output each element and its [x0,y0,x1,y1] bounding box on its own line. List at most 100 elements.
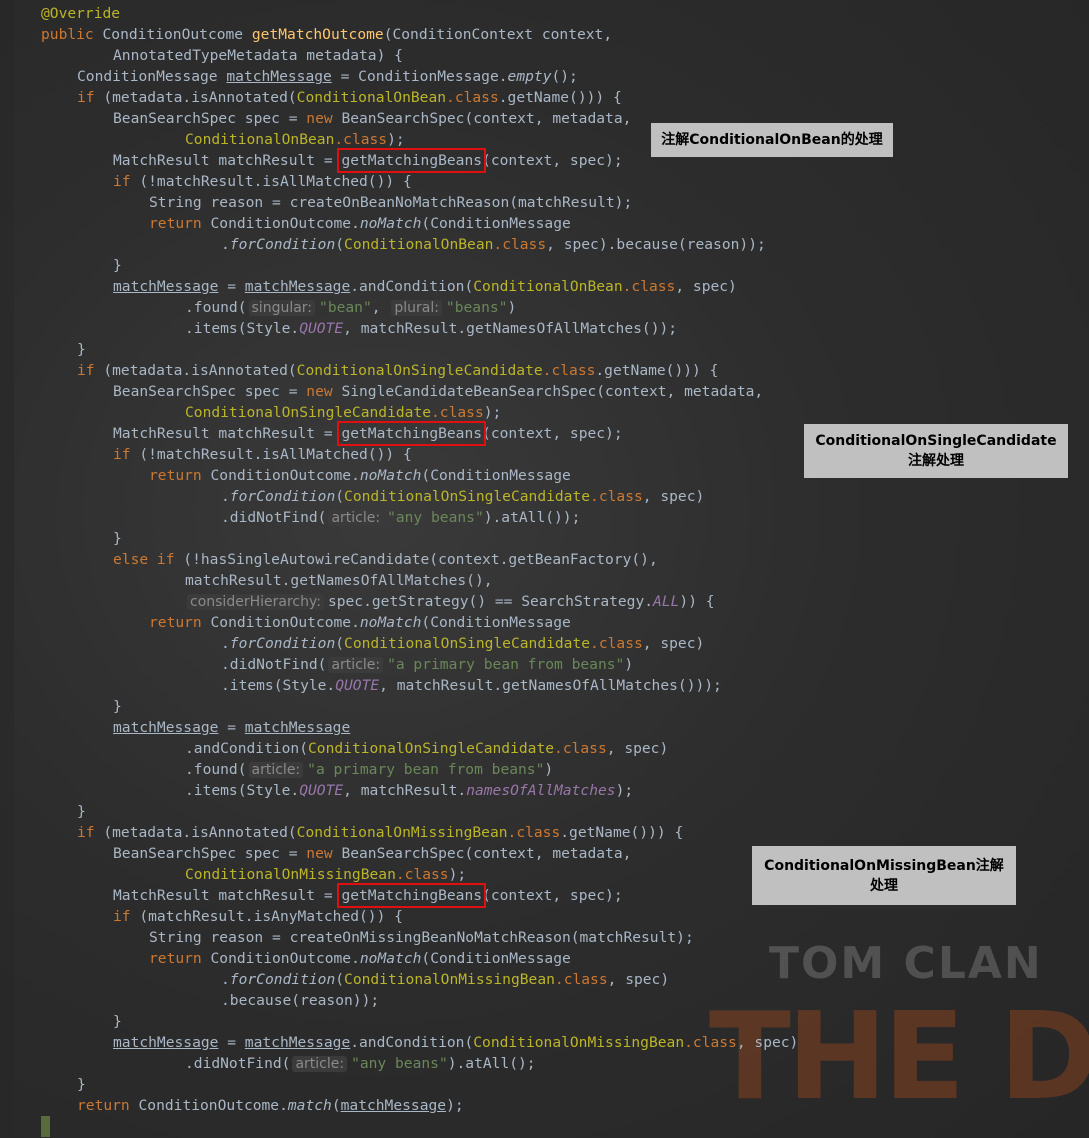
parameter-hint: plural: [391,300,442,316]
code-line[interactable]: .forCondition(ConditionalOnBean.class, s… [41,234,798,255]
static-method: noMatch [359,950,422,967]
code-text: ConditionOutcome. [210,215,360,232]
code-line[interactable]: @Override [41,3,798,24]
code-line[interactable]: return ConditionOutcome.match(matchMessa… [41,1095,798,1116]
code-line[interactable]: .didNotFind(article: "a primary bean from… [41,654,798,675]
code-line[interactable]: .forCondition(ConditionalOnSingleCandida… [41,633,798,654]
keyword: .class [395,866,449,883]
code-line[interactable]: if (metadata.isAnnotated(ConditionalOnMi… [41,822,798,843]
code-line[interactable]: if (!matchResult.isAllMatched()) { [41,171,798,192]
code-line[interactable]: matchMessage = matchMessage.andCondition… [41,276,798,297]
highlighted-method-call: getMatchingBeans [337,148,487,173]
code-line[interactable]: ConditionMessage matchMessage = Conditio… [41,66,798,87]
code-text: . [221,635,230,652]
keyword: if [77,824,104,841]
string-literal: "a primary bean from beans" [387,656,625,673]
static-method: forCondition [229,236,336,253]
code-line[interactable]: matchMessage = matchMessage.andCondition… [41,1032,798,1053]
keyword: return [77,1097,139,1114]
code-line[interactable]: MatchResult matchResult = getMatchingBea… [41,421,798,446]
class-reference: ConditionalOnBean [185,131,335,148]
highlighted-method-call: getMatchingBeans [337,883,487,908]
code-text: (ConditionMessage [421,614,571,631]
code-line[interactable]: return ConditionOutcome.noMatch(Conditio… [41,465,798,486]
code-line[interactable]: considerHierarchy: spec.getStrategy() == … [41,591,798,612]
code-line[interactable]: } [41,696,798,717]
keyword: .class [446,89,499,106]
code-text: .andCondition( [350,1034,474,1051]
code-text: (!matchResult.isAllMatched()) { [139,446,412,463]
code-line[interactable]: .because(reason)); [41,990,798,1011]
code-line[interactable]: .didNotFind(article: "any beans").atAll()… [41,507,798,528]
code-line[interactable]: BeanSearchSpec spec = new SingleCandidat… [41,381,798,402]
code-line[interactable]: return ConditionOutcome.noMatch(Conditio… [41,948,798,969]
code-line[interactable]: } [41,1074,798,1095]
code-text: ) [544,761,554,778]
code-line[interactable]: .items(Style.QUOTE, matchResult.namesOfA… [41,780,798,801]
string-literal: "beans" [445,299,508,316]
code-line[interactable]: String reason = createOnMissingBeanNoMat… [41,927,798,948]
code-text: ); [448,866,467,883]
code-line[interactable]: else if (!hasSingleAutowireCandidate(con… [41,549,798,570]
code-line[interactable]: .andCondition(ConditionalOnSingleCandida… [41,738,798,759]
code-text: (metadata.isAnnotated( [103,824,297,841]
code-line[interactable]: .didNotFind(article: "any beans").atAll()… [41,1053,798,1074]
code-line[interactable]: matchResult.getNamesOfAllMatches(), [41,570,798,591]
code-line[interactable]: String reason = createOnBeanNoMatchReaso… [41,192,798,213]
code-line[interactable]: public ConditionOutcome getMatchOutcome(… [41,24,798,45]
code-text: , matchResult.getNamesOfAllMatches()); [343,320,678,337]
code-line[interactable]: matchMessage = matchMessage [41,717,798,738]
code-line[interactable]: if (metadata.isAnnotated(ConditionalOnSi… [41,360,798,381]
code-text: , spec) [642,488,705,505]
code-line[interactable]: } [41,339,798,360]
code-line[interactable]: ConditionalOnMissingBean.class); [41,864,798,885]
code-line[interactable]: .items(Style.QUOTE, matchResult.getNames… [41,675,798,696]
code-line[interactable]: return ConditionOutcome.noMatch(Conditio… [41,612,798,633]
code-line[interactable]: return ConditionOutcome.noMatch(Conditio… [41,213,798,234]
static-method: noMatch [359,614,422,631]
code-line[interactable]: .forCondition(ConditionalOnSingleCandida… [41,486,798,507]
code-text: , spec) [736,1034,799,1051]
code-line[interactable]: MatchResult matchResult = getMatchingBea… [41,883,798,908]
code-line[interactable]: .found(article: "a primary bean from bean… [41,759,798,780]
code-text: ( [335,971,345,988]
code-line[interactable]: .forCondition(ConditionalOnMissingBean.c… [41,969,798,990]
code-text: ConditionOutcome. [138,1097,288,1114]
class-reference: ConditionalOnMissingBean [296,824,508,841]
variable: matchMessage [340,1097,447,1114]
keyword: .class [431,404,484,421]
code-text: ConditionMessage [77,68,227,85]
code-text: SingleCandidateBeanSearchSpec(context, m… [341,383,764,400]
keyword: .class [590,488,643,505]
code-line[interactable]: } [41,1011,798,1032]
code-line[interactable]: } [41,1116,798,1137]
code-line[interactable]: if (!matchResult.isAllMatched()) { [41,444,798,465]
variable: matchMessage [244,1034,351,1051]
code-line[interactable]: .items(Style.QUOTE, matchResult.getNames… [41,318,798,339]
code-line[interactable]: .found(singular: "bean", plural: "beans") [41,297,798,318]
variable: matchMessage [244,278,351,295]
code-text: } [113,257,122,274]
keyword: new [306,845,342,862]
keyword: else if [113,551,184,568]
code-line[interactable]: if (metadata.isAnnotated(ConditionalOnBe… [41,87,798,108]
variable: matchMessage [113,719,219,736]
code-line[interactable]: } [41,801,798,822]
code-editor[interactable]: @Override public ConditionOutcome getMatc… [41,3,798,1137]
code-line[interactable]: AnnotatedTypeMetadata metadata) { [41,45,798,66]
class-reference: ConditionalOnSingleCandidate [185,404,432,421]
code-text: ( [331,1097,341,1114]
keyword: .class [590,635,643,652]
code-text: .getName())) { [560,824,684,841]
code-line[interactable]: BeanSearchSpec spec = new BeanSearchSpec… [41,843,798,864]
code-line[interactable]: } [41,255,798,276]
code-text: , spec) [606,740,669,757]
code-line[interactable]: ConditionalOnSingleCandidate.class); [41,402,798,423]
keyword: .class [334,131,388,148]
code-line[interactable]: } [41,528,798,549]
code-line[interactable]: if (matchResult.isAnyMatched()) { [41,906,798,927]
code-text: ) [624,656,634,673]
code-text: (!hasSingleAutowireCandidate(context.get… [183,551,658,568]
code-text: BeanSearchSpec spec = [113,845,307,862]
code-text: String reason = createOnMissingBeanNoMat… [149,929,694,946]
